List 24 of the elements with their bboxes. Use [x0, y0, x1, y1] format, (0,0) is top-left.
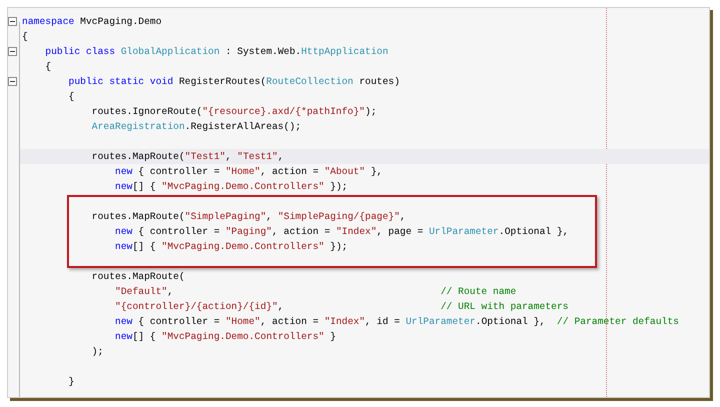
code-line: {	[22, 30, 28, 44]
code-line: new { controller = "Home", action = "About" },	[114, 165, 382, 179]
code-line: routes.IgnoreRoute("{resource}.axd/{*pathInfo}");	[90, 105, 377, 119]
code-line: new { controller = "Home", action = "Index", id = UrlParameter.Optional }, // Parameter defaults	[114, 315, 679, 329]
code-line: {	[44, 60, 52, 74]
code-line: "Default", // Route name	[114, 285, 516, 299]
code-line: new[] { "MvcPaging.Demo.Controllers" });	[114, 180, 348, 194]
code-line: new { controller = "Paging", action = "Index", page = UrlParameter.Optional },	[114, 225, 569, 239]
code-line: public static void RegisterRoutes(RouteCollection routes)	[68, 75, 400, 89]
collapse-icon[interactable]	[8, 47, 17, 56]
code-line: namespace MvcPaging.Demo	[22, 15, 162, 29]
collapse-icon[interactable]	[8, 77, 17, 86]
code-line: {	[68, 90, 74, 104]
code-line: public class GlobalApplication : System.Web.HttpApplication	[44, 45, 388, 59]
code-line: "{controller}/{action}/{id}", // URL with parameters	[114, 300, 568, 314]
code-line: new[] { "MvcPaging.Demo.Controllers" });	[114, 240, 348, 254]
code-line: routes.MapRoute("SimplePaging", "SimplePaging/{page}",	[90, 210, 406, 224]
code-line: routes.MapRoute("Test1", "Test1",	[90, 150, 284, 164]
collapse-icon[interactable]	[8, 17, 17, 26]
code-line: );	[90, 345, 104, 359]
code-line: AreaRegistration.RegisterAllAreas();	[90, 120, 302, 134]
code-line: routes.MapRoute(	[90, 270, 185, 284]
code-line: }	[68, 375, 74, 389]
code-line: new[] { "MvcPaging.Demo.Controllers" }	[114, 330, 336, 344]
